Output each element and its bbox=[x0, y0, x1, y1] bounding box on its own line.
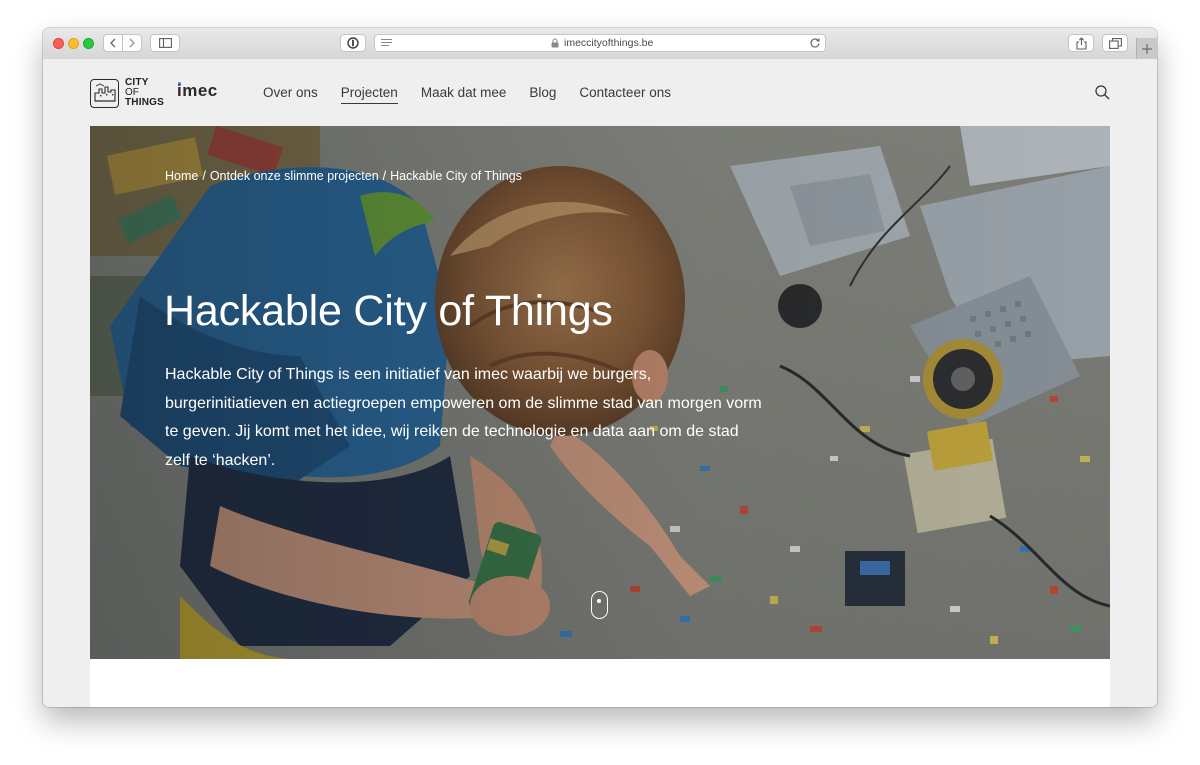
browser-window: imeccityofthings.be CITY OF THINGS imec … bbox=[43, 28, 1157, 707]
breadcrumb-current: Hackable City of Things bbox=[390, 169, 522, 183]
lock-icon bbox=[551, 38, 559, 48]
sidebar-toggle-button[interactable] bbox=[150, 34, 180, 52]
imec-logo[interactable]: imec bbox=[177, 81, 218, 101]
logo-wordmark: CITY OF THINGS bbox=[125, 78, 164, 108]
history-nav bbox=[103, 34, 143, 52]
breadcrumb-projects[interactable]: Ontdek onze slimme projecten bbox=[210, 168, 379, 184]
search-icon[interactable] bbox=[1095, 85, 1110, 100]
url-text: imeccityofthings.be bbox=[564, 37, 654, 49]
forward-button[interactable] bbox=[122, 34, 142, 52]
reader-icon bbox=[347, 37, 359, 49]
breadcrumb-home[interactable]: Home bbox=[165, 168, 198, 184]
city-skyline-icon bbox=[90, 78, 119, 108]
close-window-button[interactable] bbox=[53, 38, 64, 49]
share-button[interactable] bbox=[1068, 34, 1094, 52]
page-menu-icon[interactable] bbox=[381, 38, 392, 48]
scroll-wheel bbox=[597, 599, 601, 603]
plus-icon bbox=[1142, 43, 1152, 54]
page-content bbox=[90, 659, 1110, 707]
scroll-mouse-icon[interactable] bbox=[591, 591, 608, 619]
nav-projecten[interactable]: Projecten bbox=[340, 85, 398, 104]
minimize-window-button[interactable] bbox=[68, 38, 79, 49]
back-button[interactable] bbox=[103, 34, 123, 52]
city-of-things-logo[interactable]: CITY OF THINGS bbox=[90, 78, 164, 108]
breadcrumb: Home / Ontdek onze slimme projecten / Ha… bbox=[165, 168, 522, 184]
address-bar[interactable]: imeccityofthings.be bbox=[374, 34, 826, 52]
web-page: CITY OF THINGS imec Over ons Projecten M… bbox=[43, 59, 1157, 707]
share-icon bbox=[1075, 36, 1087, 50]
privacy-report-button[interactable] bbox=[340, 34, 366, 52]
zoom-window-button[interactable] bbox=[83, 38, 94, 49]
chevron-left-icon bbox=[110, 38, 116, 48]
new-tab-button[interactable] bbox=[1136, 38, 1157, 59]
tabs-icon bbox=[1108, 37, 1122, 49]
nav-contacteer-ons[interactable]: Contacteer ons bbox=[579, 85, 671, 104]
browser-toolbar: imeccityofthings.be bbox=[43, 28, 1157, 60]
nav-over-ons[interactable]: Over ons bbox=[263, 85, 318, 104]
breadcrumb-separator: / bbox=[202, 169, 206, 183]
breadcrumb-separator: / bbox=[382, 169, 387, 183]
logo-line-3: THINGS bbox=[125, 97, 164, 108]
page-title: Hackable City of Things bbox=[164, 287, 613, 335]
hero-description: Hackable City of Things is een initiatie… bbox=[165, 366, 762, 469]
show-tabs-button[interactable] bbox=[1102, 34, 1128, 52]
sidebar-icon bbox=[158, 38, 172, 48]
chevron-right-icon bbox=[129, 38, 135, 48]
hero-banner: Home / Ontdek onze slimme projecten / Ha… bbox=[90, 126, 1110, 659]
nav-maak-dat-mee[interactable]: Maak dat mee bbox=[421, 85, 507, 104]
reload-icon[interactable] bbox=[809, 37, 821, 49]
nav-blog[interactable]: Blog bbox=[529, 85, 556, 104]
main-navigation: Over ons Projecten Maak dat mee Blog Con… bbox=[263, 85, 694, 104]
